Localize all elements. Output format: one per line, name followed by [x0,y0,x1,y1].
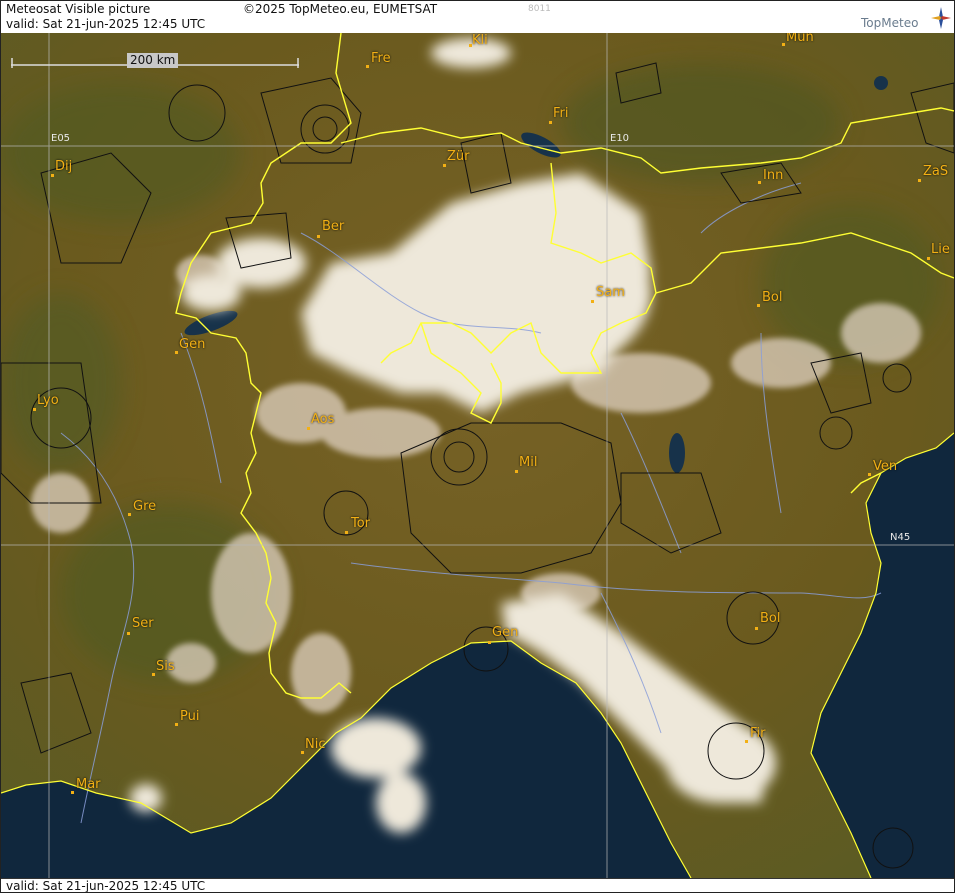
city-marker [918,179,921,182]
city-label[interactable]: ZaS [923,164,948,179]
footer: valid: Sat 21-jun-2025 12:45 UTC [1,878,954,893]
city-label[interactable]: Lyo [37,393,59,408]
city-label[interactable]: Dij [55,159,72,174]
city-label[interactable]: Tor [351,516,370,531]
city-marker [745,740,748,743]
grid-label-n45: N45 [890,532,911,543]
map-frame: Meteosat Visible picture ©2025 TopMeteo.… [0,0,955,893]
city-label[interactable]: Pui [180,709,199,724]
product-code: 8011 [528,4,551,14]
valid-time-top: valid: Sat 21-jun-2025 12:45 UTC [6,17,206,31]
city-label[interactable]: Sis [156,659,175,674]
city-label[interactable]: Zür [447,149,470,164]
valid-time-bottom: valid: Sat 21-jun-2025 12:45 UTC [6,879,206,893]
city-marker [175,351,178,354]
city-marker [515,470,518,473]
city-marker [71,791,74,794]
city-marker [366,65,369,68]
city-marker [301,751,304,754]
city-marker [782,43,785,46]
scale-label: 200 km [127,53,179,68]
map-canvas [1,33,954,878]
city-marker [755,627,758,630]
city-marker [758,181,761,184]
city-label[interactable]: Fir [750,726,766,741]
city-label[interactable]: Gen [179,337,205,352]
city-marker [51,174,54,177]
grid-label-e10: E10 [610,133,630,144]
city-label[interactable]: Nic [305,737,325,752]
city-marker [175,723,178,726]
header: Meteosat Visible picture ©2025 TopMeteo.… [1,1,954,33]
city-label[interactable]: Inn [763,168,783,183]
city-label[interactable]: Kli [472,33,488,48]
city-label[interactable]: Mun [786,33,814,45]
city-label[interactable]: Bol [762,290,782,305]
city-label[interactable]: Fre [371,51,391,66]
city-label[interactable]: Mil [519,455,537,470]
topmeteo-logo: TopMeteo [861,7,951,31]
city-label[interactable]: Lie [931,242,950,257]
city-marker [33,408,36,411]
city-marker [345,531,348,534]
city-marker [488,641,491,644]
city-label[interactable]: Ven [873,459,897,474]
city-marker [307,427,310,430]
logo-text: TopMeteo [861,16,919,30]
city-label[interactable]: Ser [132,616,154,631]
city-label[interactable]: Mar [76,777,101,792]
city-marker [591,300,594,303]
city-marker [152,673,155,676]
city-marker [317,235,320,238]
city-label[interactable]: Ber [322,219,344,234]
satellite-map[interactable]: 200 km E05 E10 N45 Kli Mun Fre Fri Dij Z… [1,33,954,878]
city-marker [127,632,130,635]
city-marker [927,257,930,260]
city-label[interactable]: Gre [133,499,156,514]
city-marker [868,473,871,476]
city-label[interactable]: Fri [553,106,569,121]
city-label[interactable]: Aos [311,412,334,427]
map-title: Meteosat Visible picture [6,2,151,16]
city-marker [549,121,552,124]
city-marker [443,164,446,167]
city-label[interactable]: Gen [492,625,518,640]
city-label[interactable]: Bol [760,611,780,626]
grid-label-e05: E05 [51,133,71,144]
copyright: ©2025 TopMeteo.eu, EUMETSAT [243,2,438,16]
city-marker [128,513,131,516]
city-label[interactable]: Sam [596,285,625,300]
compass-icon [931,7,951,29]
city-marker [757,304,760,307]
